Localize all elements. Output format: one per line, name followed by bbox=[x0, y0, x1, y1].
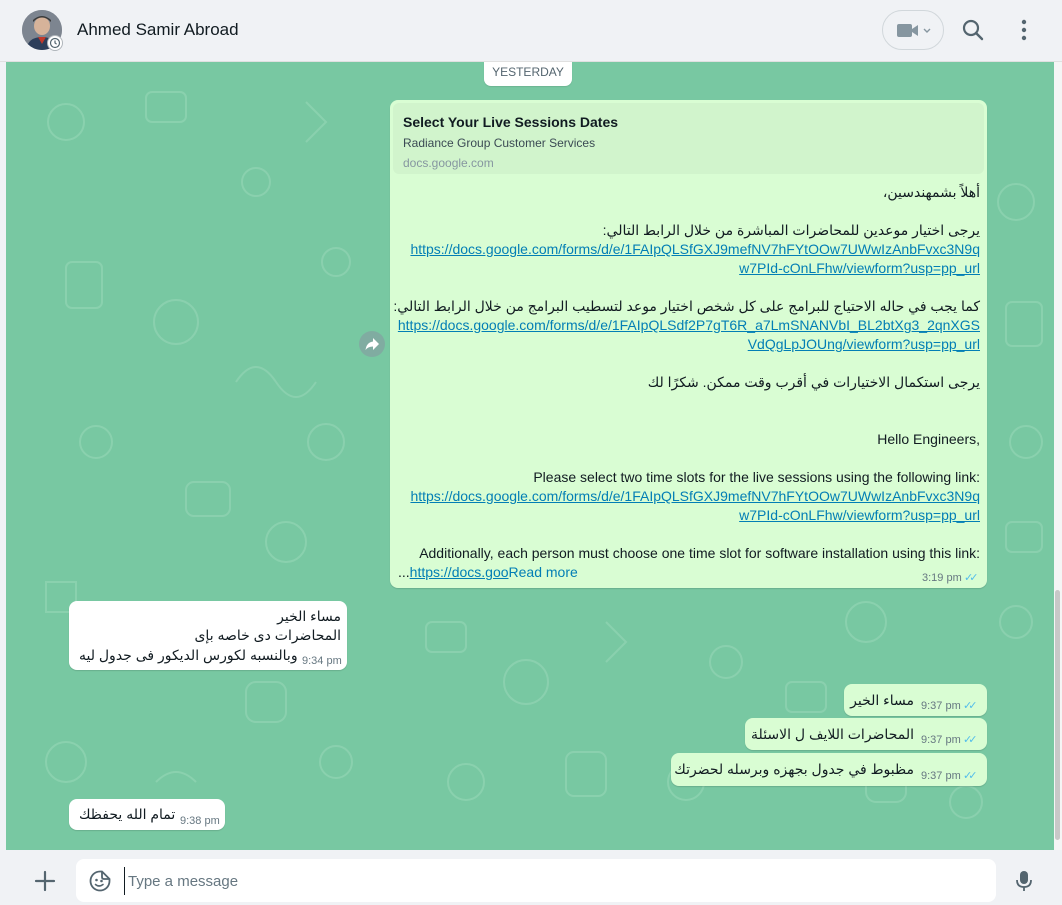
menu-kebab-icon bbox=[1021, 19, 1027, 41]
status-ring-icon bbox=[47, 35, 63, 51]
message-text: Hello Engineers, bbox=[877, 431, 980, 447]
message-link[interactable]: w7PId-cOnLFhw/viewform?usp=pp_url bbox=[739, 260, 980, 276]
message-bubble-outgoing[interactable]: مظبوط في جدول بجهزه وبرسله لحضرتك 9:37 p… bbox=[671, 753, 987, 786]
voice-message-button[interactable] bbox=[1012, 868, 1036, 894]
message-text: يرجى استكمال الاختيارات في أقرب وقت ممكن… bbox=[647, 374, 980, 390]
forward-button[interactable] bbox=[359, 331, 385, 357]
message-link[interactable]: w7PId-cOnLFhw/viewform?usp=pp_url bbox=[739, 507, 980, 523]
link-preview-description: Radiance Group Customer Services bbox=[403, 136, 596, 150]
message-link[interactable]: https://docs.goo bbox=[410, 564, 509, 580]
message-link[interactable]: VdQgLpJOUng/viewform?usp=pp_url bbox=[748, 336, 980, 352]
message-bubble-incoming[interactable]: مساء الخير المحاضرات دى خاصه بإى وبالنسب… bbox=[69, 601, 347, 670]
read-more-link[interactable]: Read more bbox=[509, 564, 578, 580]
message-bubble-outgoing[interactable]: مساء الخير 9:37 pm ✓✓ bbox=[844, 684, 987, 716]
contact-name[interactable]: Ahmed Samir Abroad bbox=[77, 20, 239, 40]
read-ticks-icon: ✓✓ bbox=[963, 734, 978, 746]
message-time: 3:19 pm bbox=[922, 572, 962, 584]
search-button[interactable] bbox=[959, 16, 987, 44]
message-bubble-incoming[interactable]: تمام الله يحفظك 9:38 pm bbox=[69, 799, 225, 830]
read-ticks-icon: ✓✓ bbox=[963, 770, 978, 782]
message-bubble-outgoing[interactable]: Select Your Live Sessions Dates Radiance… bbox=[390, 100, 987, 588]
message-text: المحاضرات اللايف ل الاسئلة bbox=[751, 726, 914, 742]
message-truncated-line: ...https://docs.gooRead more bbox=[398, 564, 578, 580]
sticker-button[interactable] bbox=[88, 869, 112, 893]
message-time: 9:38 pm bbox=[180, 815, 220, 827]
message-time: 9:37 pm bbox=[921, 700, 961, 712]
sticker-icon bbox=[89, 870, 111, 892]
message-text: تمام الله يحفظك bbox=[79, 806, 176, 822]
message-text: مظبوط في جدول بجهزه وبرسله لحضرتك bbox=[674, 761, 914, 777]
message-text: أهلاً بشمهندسين، bbox=[882, 184, 980, 200]
message-link[interactable]: https://docs.google.com/forms/d/e/1FAIpQ… bbox=[410, 488, 980, 504]
message-text: Please select two time slots for the liv… bbox=[533, 469, 980, 485]
message-text: كما يجب في حاله الاحتياج للبرامج على كل … bbox=[393, 298, 980, 314]
message-time: 9:37 pm bbox=[921, 734, 961, 746]
message-bubble-outgoing[interactable]: المحاضرات اللايف ل الاسئلة 9:37 pm ✓✓ bbox=[745, 718, 987, 750]
link-preview-title: Select Your Live Sessions Dates bbox=[403, 114, 619, 130]
message-link[interactable]: https://docs.google.com/forms/d/e/1FAIpQ… bbox=[398, 317, 980, 333]
plus-icon bbox=[34, 870, 56, 892]
link-preview-domain: docs.google.com bbox=[403, 156, 494, 170]
chat-header: Ahmed Samir Abroad bbox=[0, 0, 1062, 62]
date-separator: YESTERDAY bbox=[484, 62, 572, 86]
message-input-box[interactable] bbox=[76, 859, 996, 902]
search-icon bbox=[962, 19, 984, 41]
message-time: 9:37 pm bbox=[921, 770, 961, 782]
message-text: وبالنسبه لكورس الديكور فى جدول ليه bbox=[79, 647, 298, 663]
forward-icon bbox=[365, 338, 379, 350]
scroll-thumb[interactable] bbox=[1055, 590, 1060, 840]
message-text: المحاضرات دى خاصه بإى bbox=[194, 627, 341, 643]
microphone-icon bbox=[1016, 871, 1032, 891]
message-text: يرجى اختيار موعدين للمحاضرات المباشرة من… bbox=[602, 222, 980, 238]
message-text: مساء الخير bbox=[850, 692, 914, 708]
message-time: 9:34 pm bbox=[302, 655, 342, 667]
menu-button[interactable] bbox=[1010, 16, 1038, 44]
read-ticks-icon: ✓✓ bbox=[963, 700, 978, 712]
read-ticks-icon: ✓✓ bbox=[964, 572, 979, 584]
ellipsis: ... bbox=[398, 564, 410, 580]
video-call-button[interactable] bbox=[882, 10, 944, 50]
video-camera-icon bbox=[897, 24, 931, 37]
message-text: مساء الخير bbox=[277, 608, 341, 624]
message-text: Additionally, each person must choose on… bbox=[419, 545, 980, 561]
attach-button[interactable] bbox=[32, 868, 58, 894]
message-link[interactable]: https://docs.google.com/forms/d/e/1FAIpQ… bbox=[410, 241, 980, 257]
link-preview[interactable]: Select Your Live Sessions Dates Radiance… bbox=[393, 103, 984, 174]
message-input[interactable] bbox=[124, 867, 970, 895]
